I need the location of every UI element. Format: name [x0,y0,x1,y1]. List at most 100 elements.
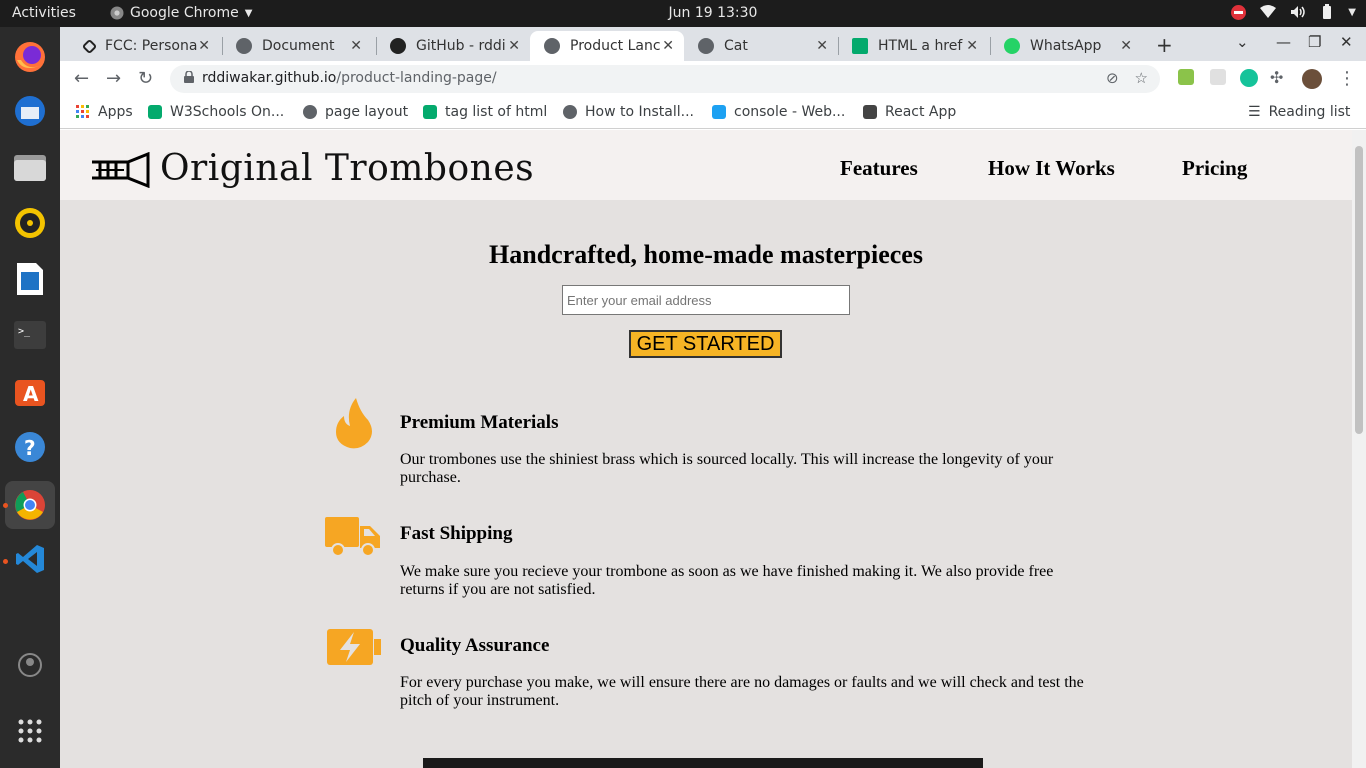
running-indicator [3,559,8,564]
bookmark-page-layout[interactable]: page layout [303,104,408,120]
forward-icon[interactable]: → [106,68,121,89]
lock-icon [184,71,194,83]
grammarly-icon[interactable] [1240,69,1258,87]
battery-icon [1323,4,1332,19]
close-tab-icon[interactable]: ✕ [816,38,828,54]
close-tab-icon[interactable]: ✕ [1120,38,1132,54]
get-started-button[interactable]: GET STARTED [629,330,782,358]
thunderbird-icon[interactable] [10,91,50,131]
feature-title: Quality Assurance [400,635,550,656]
reload-icon[interactable]: ↻ [138,68,153,89]
vscode-icon[interactable] [10,539,50,579]
bookmark-how-to-install[interactable]: How to Install... [563,104,694,120]
page-viewport: Original Trombones Features How It Works… [60,130,1352,768]
terminal-icon[interactable]: >_ [10,315,50,355]
firefox-icon[interactable] [10,37,50,77]
github-icon [390,38,406,54]
truck-icon [325,517,380,557]
system-top-bar: Activities Google Chrome ▼ Jun 19 13:30 … [0,0,1366,27]
tab-html-a-href[interactable]: HTML a href ✕ [838,31,988,61]
apps-grid-icon [76,105,89,118]
tab-strip: FCC: Persona ✕ Document ✕ GitHub - rddi … [60,27,1366,61]
bookmark-w3schools[interactable]: W3Schools On... [148,104,284,120]
menu-kebab-icon[interactable]: ⋮ [1338,68,1356,89]
mdn-icon [712,105,726,119]
feature-description: For every purchase you make, we will ens… [400,674,1084,709]
rhythmbox-icon[interactable] [10,203,50,243]
battery-bolt-icon [327,629,381,665]
extension-pen-icon[interactable] [1178,69,1194,85]
close-tab-icon[interactable]: ✕ [508,38,520,54]
nav-pricing[interactable]: Pricing [1182,156,1247,181]
feature-title: Fast Shipping [400,523,513,544]
bookmark-apps[interactable]: Apps [76,104,133,120]
files-icon[interactable] [10,147,50,187]
tab-whatsapp[interactable]: WhatsApp ✕ [990,31,1142,61]
reading-list-button[interactable]: ☰ Reading list [1248,104,1350,120]
new-tab-button[interactable]: + [1156,33,1173,57]
address-bar[interactable]: rddiwakar.github.io/product-landing-page… [170,65,1160,93]
svg-text:A: A [23,382,39,406]
restore-icon[interactable]: ❐ [1308,33,1321,51]
feature-title: Premium Materials [400,412,559,433]
globe-icon [303,105,317,119]
globe-icon [563,105,577,119]
tab-fcc[interactable]: FCC: Persona ✕ [70,31,220,61]
bookmarks-bar: Apps W3Schools On... page layout tag lis… [60,97,1366,129]
extension-icon[interactable] [1210,69,1226,85]
puzzle-extensions-icon[interactable]: ✣ [1270,68,1283,87]
video-player[interactable] [423,758,983,768]
scrollbar-thumb[interactable] [1355,146,1363,434]
ubuntu-dock: >_ A ? [0,27,60,768]
site-header: Original Trombones Features How It Works… [60,130,1352,200]
tracking-off-icon[interactable]: ⊘ [1106,69,1119,87]
fire-icon [336,398,372,449]
close-tab-icon[interactable]: ✕ [662,38,674,54]
reading-list-icon: ☰ [1248,104,1261,120]
nav-features[interactable]: Features [840,156,918,181]
feature-description: Our trombones use the shiniest brass whi… [400,451,1054,486]
tab-cat[interactable]: Cat ✕ [684,31,838,61]
minimize-icon[interactable]: — [1276,33,1291,51]
site-logo-text[interactable]: Original Trombones [160,148,534,189]
user-icon[interactable] [10,645,50,685]
codepen-icon [81,38,98,54]
close-tab-icon[interactable]: ✕ [966,38,978,54]
hero-title: Handcrafted, home-made masterpieces [489,240,923,269]
bookmark-tag-list[interactable]: tag list of html [423,104,547,120]
libreoffice-writer-icon[interactable] [10,259,50,299]
chrome-icon[interactable] [5,481,55,529]
avatar[interactable] [1302,69,1322,89]
do-not-disturb-icon [1231,4,1247,20]
bookmark-console-web[interactable]: console - Web... [712,104,845,120]
trumpet-logo-icon [92,152,150,188]
chrome-window: FCC: Persona ✕ Document ✕ GitHub - rddi … [60,27,1366,768]
chevron-down-icon: ▼ [1348,6,1356,18]
page-scrollbar[interactable] [1352,130,1366,768]
tab-document[interactable]: Document ✕ [222,31,372,61]
volume-icon [1291,6,1306,18]
back-icon[interactable]: ← [74,68,89,89]
clock[interactable]: Jun 19 13:30 [0,5,1366,21]
close-tab-icon[interactable]: ✕ [350,38,362,54]
nav-how-it-works[interactable]: How It Works [988,156,1115,181]
email-field[interactable] [562,285,850,315]
wifi-icon [1260,5,1277,18]
w3schools-icon [423,105,437,119]
system-tray[interactable]: ▼ [1231,4,1356,20]
software-center-icon[interactable]: A [10,371,50,411]
bookmark-react-app[interactable]: React App [863,104,956,120]
w3schools-icon [852,38,868,54]
close-tab-icon[interactable]: ✕ [198,38,210,54]
show-applications-icon[interactable] [10,711,50,751]
url-text: rddiwakar.github.io/product-landing-page… [202,70,497,86]
whatsapp-icon [1004,38,1020,54]
close-window-icon[interactable]: ✕ [1340,33,1353,51]
tab-product-landing[interactable]: Product Lanc ✕ [530,31,684,61]
help-icon[interactable]: ? [10,427,50,467]
tab-github[interactable]: GitHub - rddi ✕ [376,31,530,61]
bookmark-star-icon[interactable]: ☆ [1135,69,1148,87]
browser-toolbar: ← → ↻ rddiwakar.github.io/product-landin… [60,61,1366,97]
svg-text:?: ? [24,436,36,460]
tab-search-icon[interactable]: ⌄ [1236,33,1249,51]
